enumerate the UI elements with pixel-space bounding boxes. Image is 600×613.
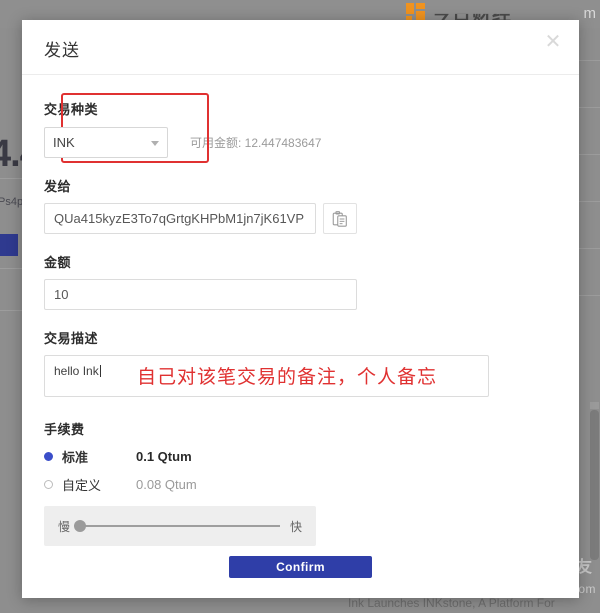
fee-section: 手续费 标准 0.1 Qtum 自定义 0.08 Qtum 慢 快 bbox=[44, 419, 557, 546]
fee-option-custom-label: 自定义 bbox=[62, 478, 102, 493]
description-textarea[interactable]: hello Ink 自己对该笔交易的备注，个人备忘 bbox=[44, 355, 489, 397]
recipient-address-value: QUa415kyzE3To7qGrtgKHPbM1jn7jK61VP bbox=[54, 211, 305, 226]
dialog-body: 交易种类 INK 可用金额: 12.447483647 发给 QUa415kyz… bbox=[22, 75, 579, 546]
description-label: 交易描述 bbox=[44, 331, 99, 346]
radio-icon-custom[interactable] bbox=[44, 480, 53, 489]
fee-option-custom[interactable]: 自定义 0.08 Qtum bbox=[44, 475, 557, 494]
fee-option-custom-value: 0.08 Qtum bbox=[136, 477, 197, 492]
clipboard-icon bbox=[332, 210, 347, 227]
dialog-header: 发送 ✕ bbox=[22, 20, 579, 75]
fee-option-standard[interactable]: 标准 0.1 Qtum bbox=[44, 447, 557, 466]
confirm-button[interactable]: Confirm bbox=[229, 556, 372, 578]
slider-max-label: 快 bbox=[289, 519, 302, 534]
paste-address-button[interactable] bbox=[323, 203, 357, 234]
background-top-right-fragment: m bbox=[583, 5, 597, 22]
annotation-text: 自己对该笔交易的备注，个人备忘 bbox=[137, 367, 438, 388]
transaction-type-section: 交易种类 INK 可用金额: 12.447483647 bbox=[44, 75, 557, 163]
background-headline: Ink Launches INKstone, A Platform For bbox=[348, 596, 555, 610]
close-icon[interactable]: ✕ bbox=[541, 30, 565, 54]
transaction-type-label: 交易种类 bbox=[44, 102, 99, 117]
transaction-type-select[interactable]: INK bbox=[44, 127, 168, 158]
amount-input[interactable]: 10 bbox=[44, 279, 357, 310]
recipient-address-input[interactable]: QUa415kyzE3To7qGrtgKHPbM1jn7jK61VP bbox=[44, 203, 316, 234]
dialog-footer: Confirm bbox=[22, 556, 579, 578]
transaction-type-value: INK bbox=[53, 135, 75, 150]
scrollbar-up-arrow[interactable] bbox=[590, 402, 599, 409]
page-scrollbar[interactable] bbox=[590, 410, 599, 560]
amount-label: 金额 bbox=[44, 255, 72, 270]
fee-option-standard-value: 0.1 Qtum bbox=[136, 449, 192, 464]
chevron-down-icon bbox=[151, 140, 159, 146]
radio-icon-standard[interactable] bbox=[44, 452, 53, 461]
amount-value: 10 bbox=[54, 287, 69, 302]
recipient-section: 发给 QUa415kyzE3To7qGrtgKHPbM1jn7jK61VP bbox=[44, 176, 557, 234]
background-left-text: Ps4p bbox=[0, 196, 24, 208]
fee-slider-thumb[interactable] bbox=[74, 520, 87, 532]
available-balance: 可用金额: 12.447483647 bbox=[190, 136, 322, 150]
dialog-title: 发送 bbox=[44, 41, 80, 60]
amount-section: 金额 10 bbox=[44, 252, 557, 310]
recipient-label: 发给 bbox=[44, 179, 72, 194]
fee-option-standard-label: 标准 bbox=[62, 450, 89, 465]
send-dialog: 发送 ✕ 交易种类 INK 可用金额: 12.447483647 发给 QUa4… bbox=[22, 20, 579, 598]
slider-min-label: 慢 bbox=[58, 519, 71, 534]
description-value: hello Ink bbox=[54, 364, 99, 378]
fee-slider-panel: 慢 快 bbox=[44, 506, 316, 546]
description-section: 交易描述 hello Ink 自己对该笔交易的备注，个人备忘 bbox=[44, 328, 557, 397]
fee-label: 手续费 bbox=[44, 422, 85, 437]
fee-slider-track[interactable] bbox=[74, 520, 280, 532]
text-cursor bbox=[99, 365, 101, 377]
background-left-button[interactable] bbox=[0, 234, 18, 256]
